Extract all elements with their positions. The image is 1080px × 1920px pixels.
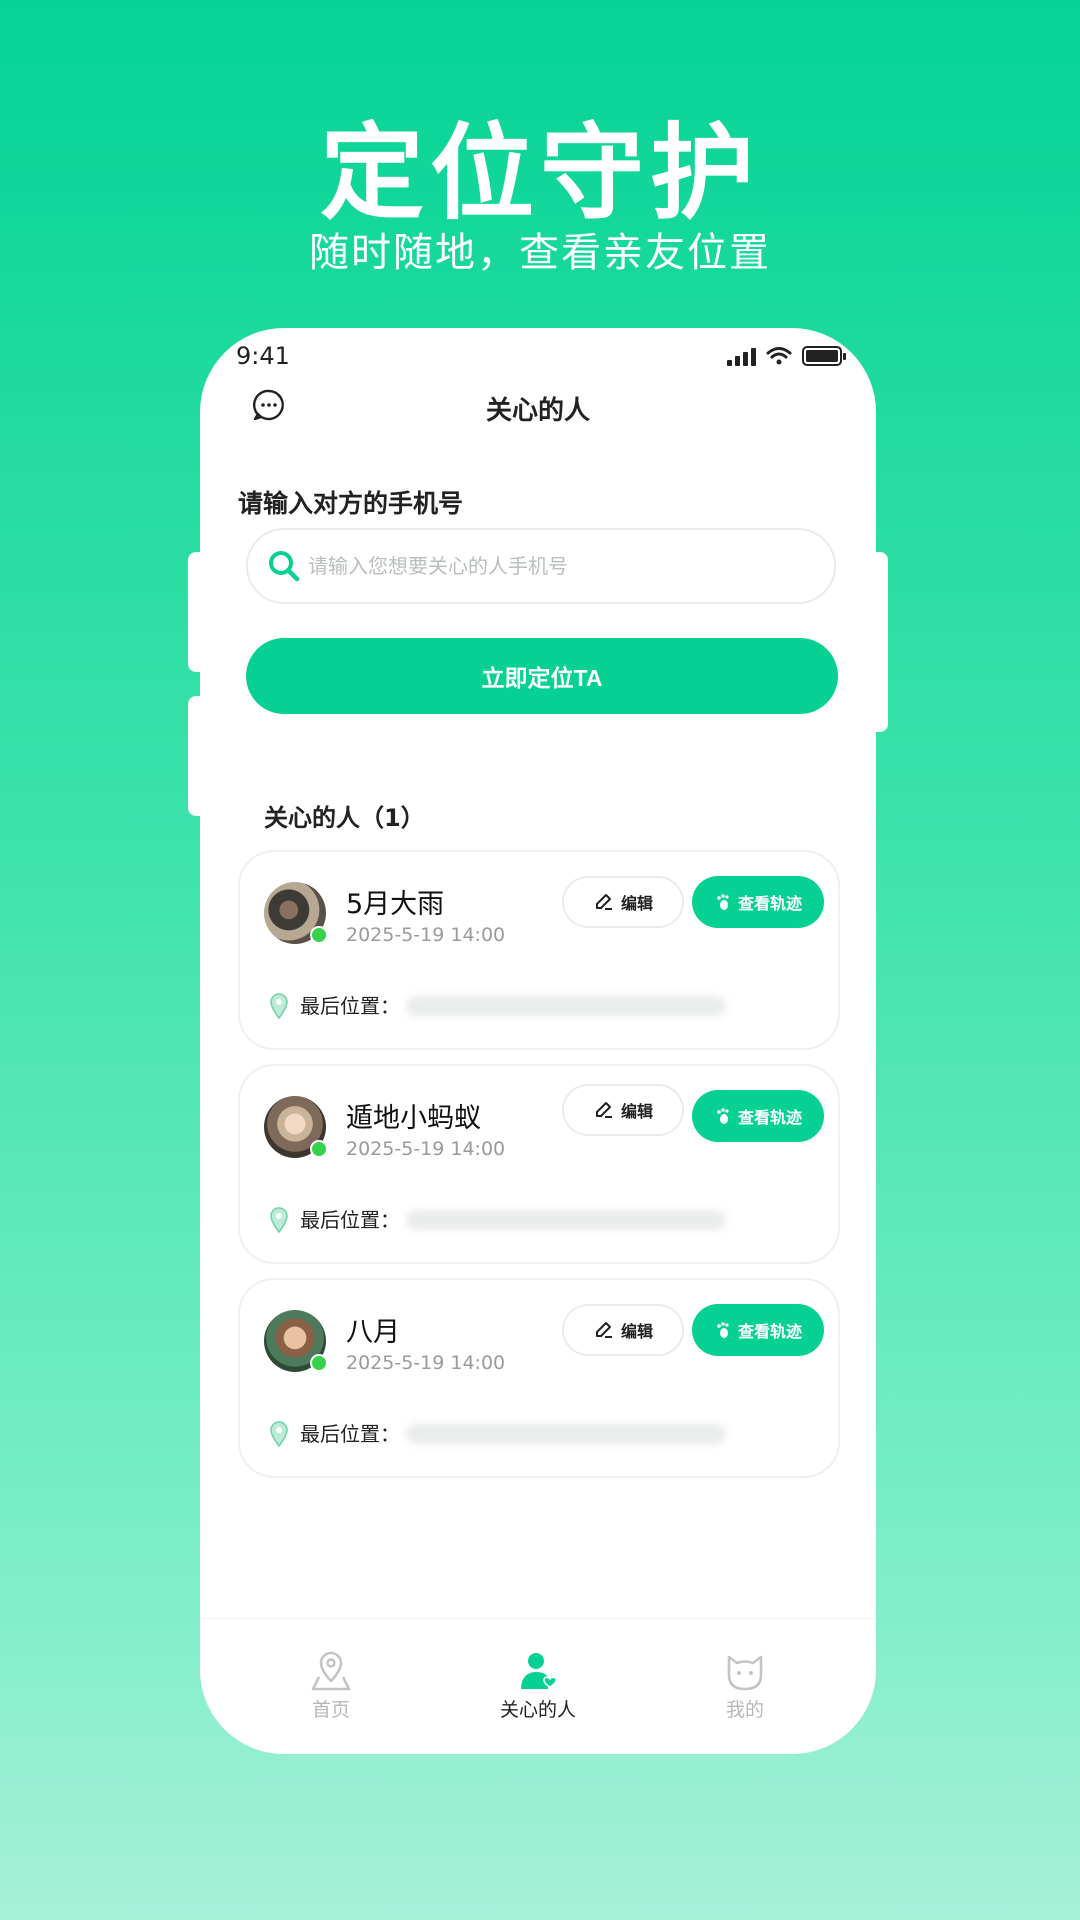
- location-pin-icon: [270, 1421, 288, 1448]
- edit-button[interactable]: 编辑: [562, 1084, 684, 1136]
- map-pin-icon: [311, 1651, 351, 1691]
- view-track-button[interactable]: 查看轨迹: [692, 1304, 824, 1356]
- last-location-label: 最后位置：: [300, 1422, 400, 1446]
- phone-number-input[interactable]: [308, 544, 808, 588]
- last-location-label: 最后位置：: [300, 994, 400, 1018]
- edit-label: 编辑: [620, 894, 653, 913]
- list-title: 关心的人（1）: [264, 804, 425, 832]
- contact-name: 遁地小蚂蚁: [346, 1103, 481, 1134]
- location-address-blurred: [406, 1424, 726, 1444]
- view-track-button[interactable]: 查看轨迹: [692, 876, 824, 928]
- hero-title: 定位守护: [319, 112, 760, 234]
- search-label: 请输入对方的手机号: [238, 489, 464, 518]
- contact-time: 2025-5-19 14:00: [346, 924, 506, 946]
- page-title: 关心的人: [485, 396, 590, 426]
- status-icons: [727, 346, 846, 366]
- location-address-blurred: [406, 996, 726, 1016]
- status-bar: 9:41: [200, 328, 876, 388]
- locate-button[interactable]: 立即定位TA: [246, 638, 838, 714]
- pencil-icon: [595, 1102, 612, 1118]
- cat-face-icon: [727, 1655, 763, 1691]
- battery-icon: [802, 346, 846, 366]
- track-label: 查看轨迹: [737, 1322, 802, 1341]
- online-indicator: [310, 1140, 328, 1158]
- signal-icon: [727, 346, 756, 366]
- contact-card[interactable]: 5月大雨 2025-5-19 14:00 编辑 查看轨迹 最后位置：: [238, 850, 840, 1050]
- wifi-icon: [766, 347, 792, 365]
- pencil-icon: [595, 894, 612, 910]
- search-box[interactable]: [246, 528, 836, 604]
- contact-card[interactable]: 八月 2025-5-19 14:00 编辑 查看轨迹 最后位置：: [238, 1278, 840, 1478]
- edit-button[interactable]: 编辑: [562, 876, 684, 928]
- edit-label: 编辑: [620, 1322, 653, 1341]
- last-location-label: 最后位置：: [300, 1208, 400, 1232]
- location-pin-icon: [270, 993, 288, 1020]
- hero-subtitle: 随时随地，查看亲友位置: [309, 230, 771, 276]
- edit-label: 编辑: [620, 1102, 653, 1121]
- avatar: [264, 1096, 328, 1158]
- footprint-icon: [717, 894, 729, 910]
- contact-name: 5月大雨: [346, 889, 445, 920]
- tab-label: 关心的人: [499, 1699, 576, 1721]
- tab-label: 首页: [311, 1699, 350, 1721]
- tab-mine[interactable]: 我的: [675, 1649, 815, 1722]
- status-time: 9:41: [236, 342, 290, 370]
- search-icon: [269, 551, 300, 582]
- contact-name: 八月: [346, 1317, 400, 1348]
- tab-home[interactable]: 首页: [261, 1649, 401, 1722]
- person-heart-icon: [521, 1653, 557, 1689]
- view-track-button[interactable]: 查看轨迹: [692, 1090, 824, 1142]
- pencil-icon: [595, 1322, 612, 1338]
- location-pin-icon: [270, 1207, 288, 1234]
- contact-card[interactable]: 遁地小蚂蚁 2025-5-19 14:00 编辑 查看轨迹 最后位置：: [238, 1064, 840, 1264]
- avatar: [264, 882, 328, 944]
- online-indicator: [310, 926, 328, 944]
- location-address-blurred: [406, 1210, 726, 1230]
- edit-button[interactable]: 编辑: [562, 1304, 684, 1356]
- track-label: 查看轨迹: [737, 894, 802, 913]
- phone-screen: 9:41 关心的人 请输入对方的手机号 立即定位TA 关心的人（1）: [200, 328, 876, 1754]
- contact-time: 2025-5-19 14:00: [346, 1138, 506, 1160]
- tab-bar: 首页 关心的人 我的: [200, 1618, 876, 1754]
- track-label: 查看轨迹: [737, 1108, 802, 1127]
- footprint-icon: [717, 1108, 729, 1124]
- online-indicator: [310, 1354, 328, 1372]
- tab-label: 我的: [725, 1699, 764, 1721]
- footprint-icon: [717, 1322, 729, 1338]
- tab-cared-people[interactable]: 关心的人: [468, 1649, 608, 1722]
- contact-time: 2025-5-19 14:00: [346, 1352, 506, 1374]
- avatar: [264, 1310, 328, 1372]
